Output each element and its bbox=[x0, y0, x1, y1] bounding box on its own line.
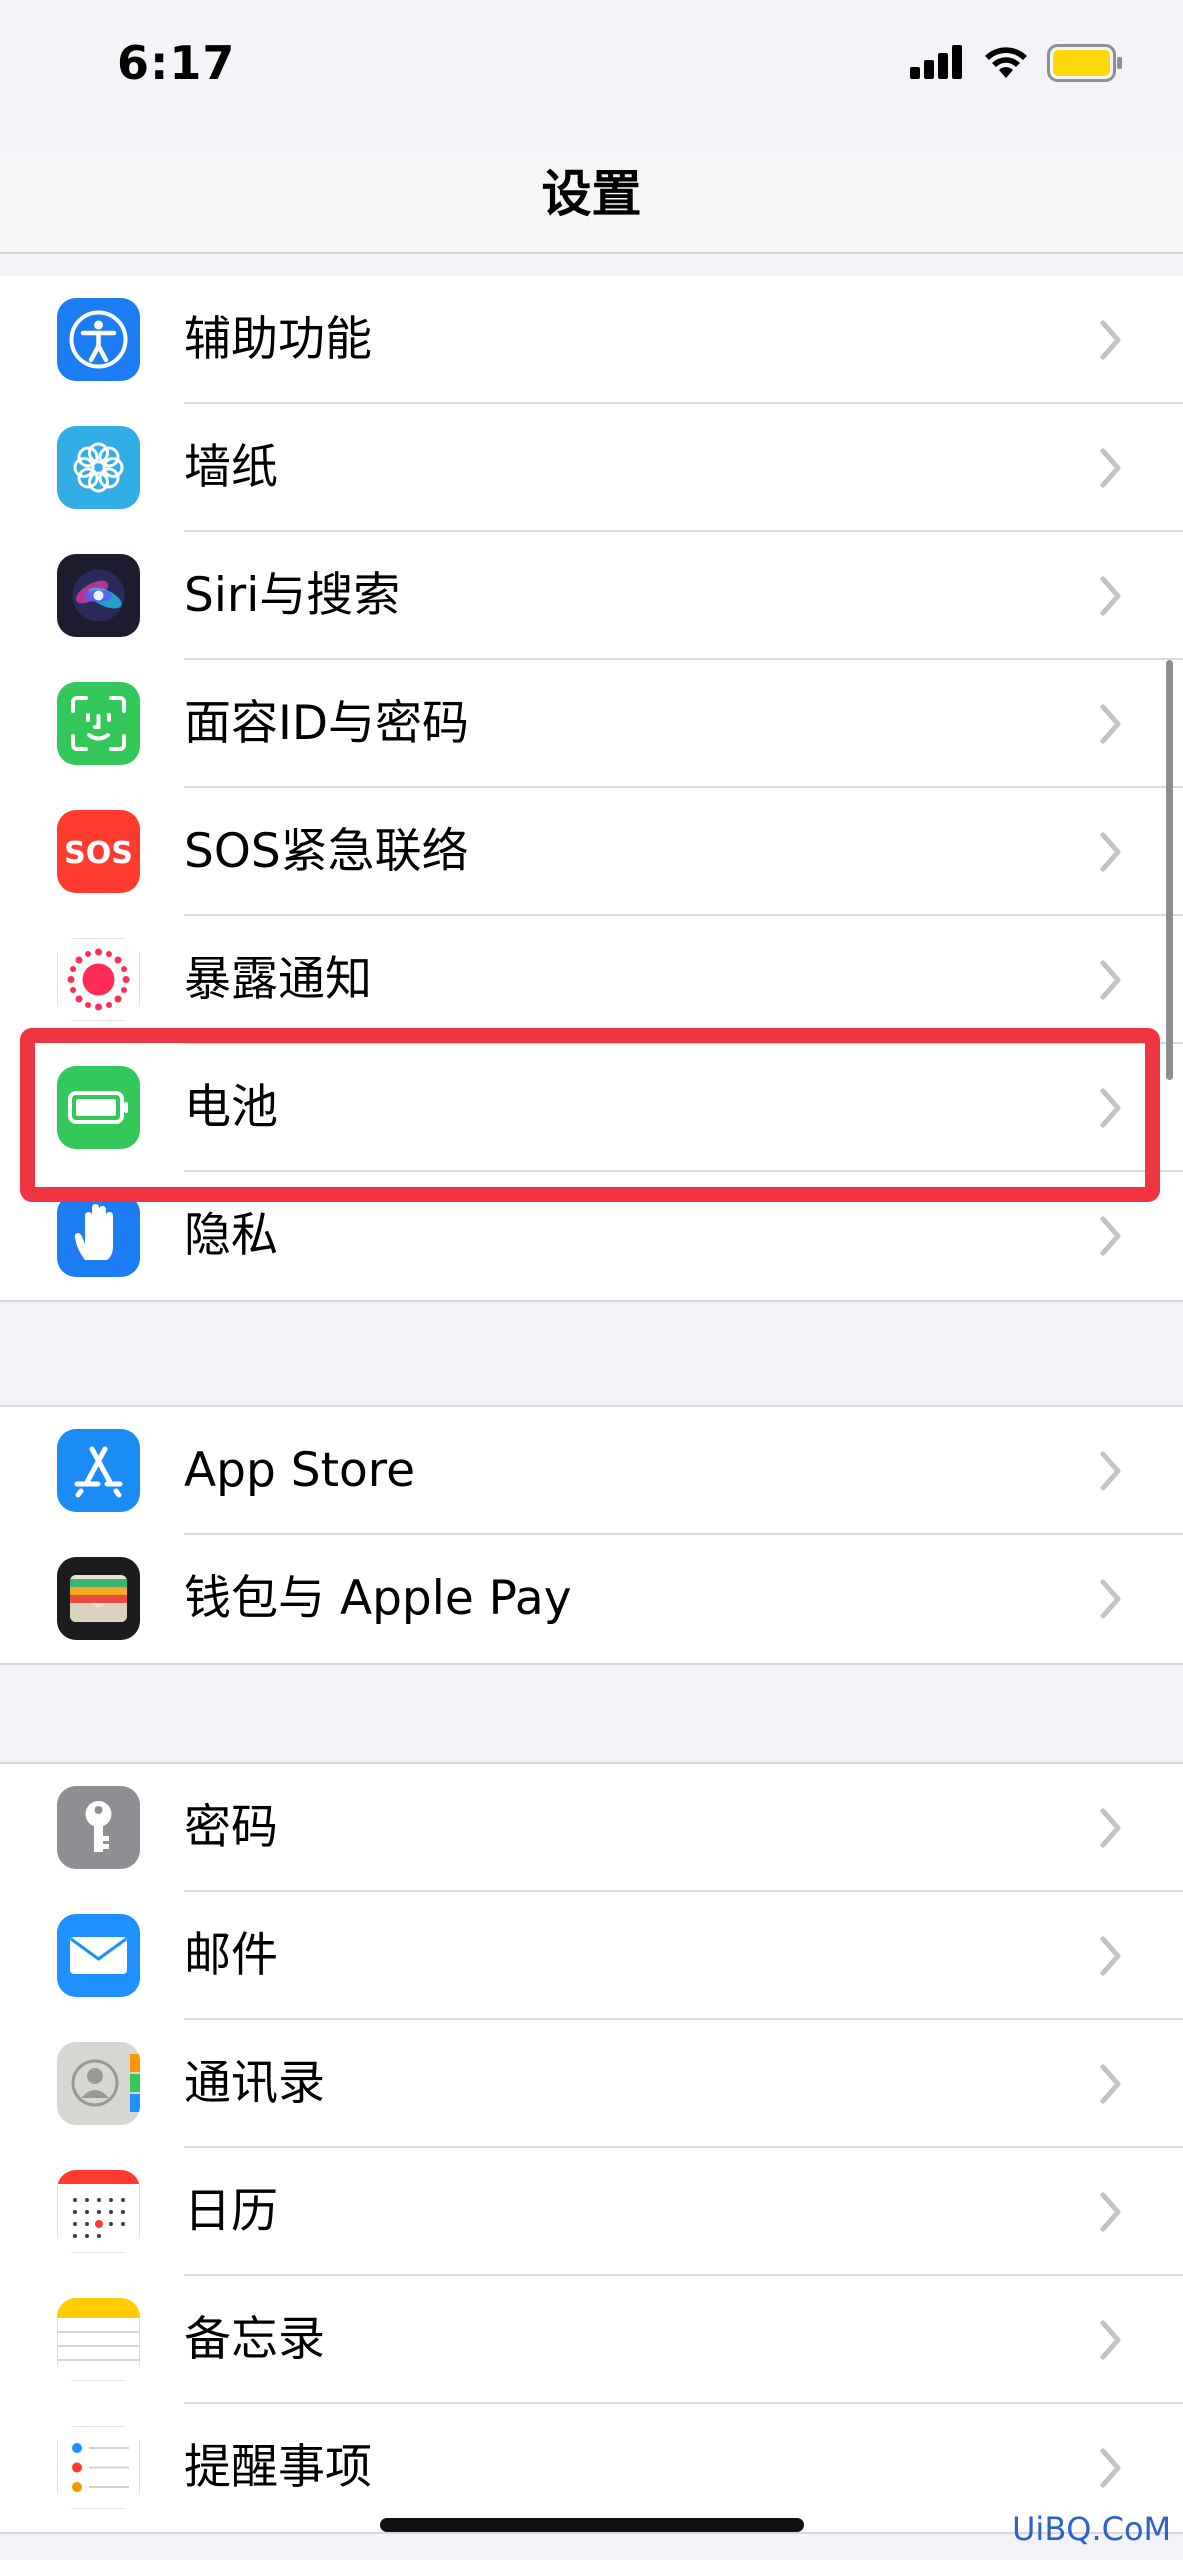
settings-row-label: 钱包与 Apple Pay bbox=[184, 1571, 572, 1626]
settings-row-label: SOS紧急联络 bbox=[184, 824, 469, 879]
face-id-icon bbox=[57, 682, 140, 765]
chevron-right-icon bbox=[1100, 1808, 1121, 1848]
exposure-notifications-icon bbox=[57, 938, 140, 1021]
chevron-right-icon bbox=[1100, 2448, 1121, 2488]
settings-row-label: 日历 bbox=[184, 2184, 278, 2239]
wallet-icon bbox=[57, 1557, 140, 1640]
settings-group-1: 辅助功能 墙纸 Siri与搜索 面容ID与密码 SOS SOS紧急联络 暴露通知… bbox=[0, 276, 1183, 1302]
settings-row-passwords[interactable]: 密码 bbox=[0, 1764, 1183, 1892]
chevron-right-icon bbox=[1100, 448, 1121, 488]
scrollbar[interactable] bbox=[1166, 660, 1173, 1080]
settings-row-label: 提醒事项 bbox=[184, 2440, 372, 2495]
settings-row-exposure-notifications[interactable]: 暴露通知 bbox=[0, 916, 1183, 1044]
settings-row-privacy[interactable]: 隐私 bbox=[0, 1172, 1183, 1300]
chevron-right-icon bbox=[1100, 2320, 1121, 2360]
settings-row-label: 隐私 bbox=[184, 1208, 278, 1263]
chevron-right-icon bbox=[1100, 832, 1121, 872]
notes-icon bbox=[57, 2298, 140, 2381]
settings-row-wallet[interactable]: 钱包与 Apple Pay bbox=[0, 1535, 1183, 1663]
chevron-right-icon bbox=[1100, 576, 1121, 616]
settings-row-label: 暴露通知 bbox=[184, 952, 372, 1007]
watermark: UiBQ.CoM bbox=[1012, 2510, 1172, 2548]
chevron-right-icon bbox=[1100, 1088, 1121, 1128]
accessibility-icon bbox=[57, 298, 140, 381]
page-title: 设置 bbox=[541, 165, 642, 223]
settings-row-notes[interactable]: 备忘录 bbox=[0, 2276, 1183, 2404]
settings-row-app-store[interactable]: App Store bbox=[0, 1407, 1183, 1535]
emergency-sos-icon: SOS bbox=[57, 810, 140, 893]
privacy-hand-icon bbox=[57, 1194, 140, 1277]
settings-row-label: 密码 bbox=[184, 1800, 278, 1855]
settings-row-face-id[interactable]: 面容ID与密码 bbox=[0, 660, 1183, 788]
chevron-right-icon bbox=[1100, 1216, 1121, 1256]
contacts-icon bbox=[57, 2042, 140, 2125]
settings-row-calendar[interactable]: 日历 bbox=[0, 2148, 1183, 2276]
reminders-icon bbox=[57, 2426, 140, 2509]
chevron-right-icon bbox=[1100, 704, 1121, 744]
calendar-icon bbox=[57, 2170, 140, 2253]
settings-row-emergency-sos[interactable]: SOS SOS紧急联络 bbox=[0, 788, 1183, 916]
settings-row-label: 辅助功能 bbox=[184, 312, 372, 367]
settings-row-label: 电池 bbox=[184, 1080, 278, 1135]
settings-row-siri[interactable]: Siri与搜索 bbox=[0, 532, 1183, 660]
chevron-right-icon bbox=[1100, 2064, 1121, 2104]
status-bar: 6:17 bbox=[0, 0, 1183, 150]
battery-icon bbox=[57, 1066, 140, 1149]
settings-row-reminders[interactable]: 提醒事项 bbox=[0, 2404, 1183, 2532]
settings-row-label: 备忘录 bbox=[184, 2312, 325, 2367]
siri-icon bbox=[57, 554, 140, 637]
settings-row-mail[interactable]: 邮件 bbox=[0, 1892, 1183, 2020]
chevron-right-icon bbox=[1100, 1451, 1121, 1491]
status-time: 6:17 bbox=[117, 36, 236, 90]
chevron-right-icon bbox=[1100, 1936, 1121, 1976]
wifi-icon bbox=[985, 47, 1027, 78]
settings-row-label: App Store bbox=[184, 1443, 415, 1498]
settings-row-label: 邮件 bbox=[184, 1928, 278, 1983]
settings-row-wallpaper[interactable]: 墙纸 bbox=[0, 404, 1183, 532]
settings-row-label: 通讯录 bbox=[184, 2056, 325, 2111]
key-icon bbox=[57, 1786, 140, 1869]
chevron-right-icon bbox=[1100, 1579, 1121, 1619]
chevron-right-icon bbox=[1100, 2192, 1121, 2232]
home-indicator[interactable] bbox=[380, 2518, 804, 2532]
mail-icon bbox=[57, 1914, 140, 1997]
chevron-right-icon bbox=[1100, 960, 1121, 1000]
settings-row-contacts[interactable]: 通讯录 bbox=[0, 2020, 1183, 2148]
settings-row-label: 面容ID与密码 bbox=[184, 696, 470, 751]
settings-group-2: App Store 钱包与 Apple Pay bbox=[0, 1405, 1183, 1665]
settings-row-label: Siri与搜索 bbox=[184, 568, 401, 623]
settings-row-label: 墙纸 bbox=[184, 440, 278, 495]
wallpaper-icon bbox=[57, 426, 140, 509]
cellular-signal-icon bbox=[910, 45, 962, 79]
chevron-right-icon bbox=[1100, 320, 1121, 360]
settings-group-3: 密码 邮件 通讯录 日历 备忘录 提醒事项 bbox=[0, 1762, 1183, 2534]
svg-text:SOS: SOS bbox=[64, 836, 133, 871]
settings-row-battery[interactable]: 电池 bbox=[0, 1044, 1183, 1172]
battery-status-icon bbox=[1047, 44, 1122, 82]
settings-row-accessibility[interactable]: 辅助功能 bbox=[0, 276, 1183, 404]
app-store-icon bbox=[57, 1429, 140, 1512]
navigation-bar: 6:17 设置 bbox=[0, 0, 1183, 254]
